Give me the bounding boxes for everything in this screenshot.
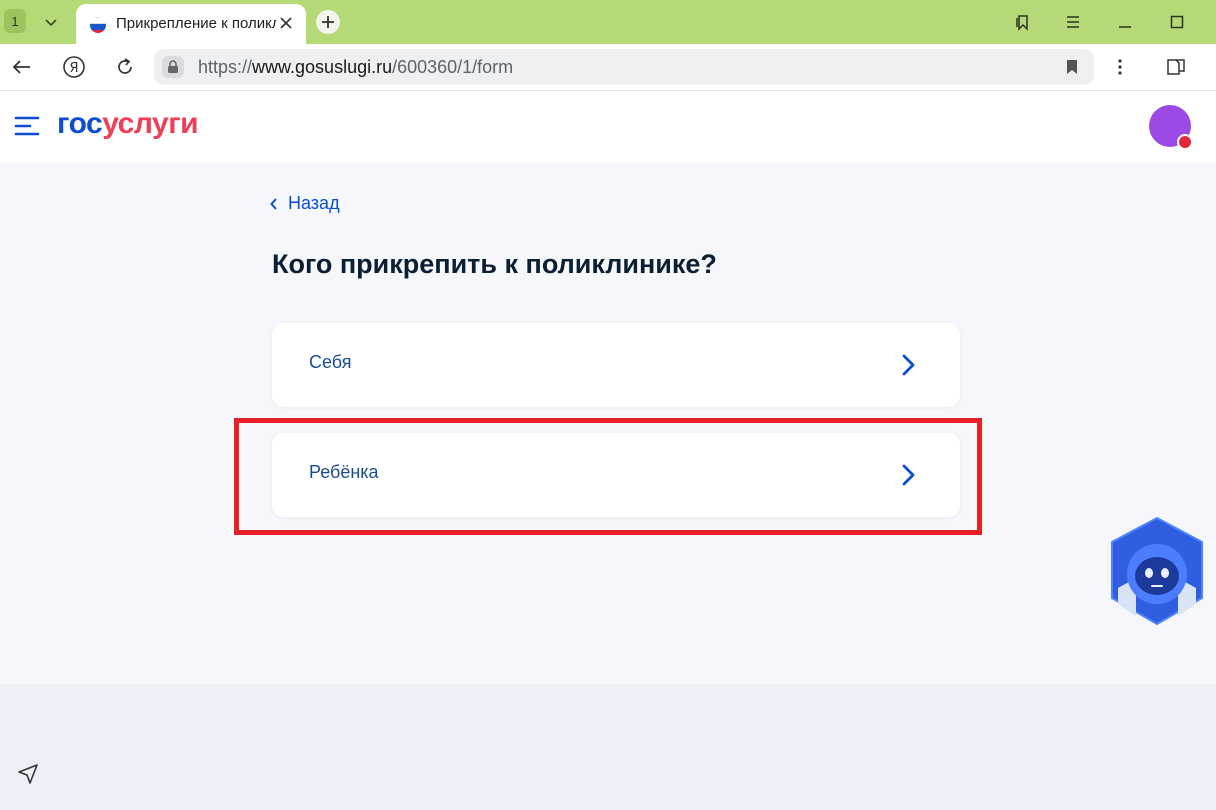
reload-button[interactable] bbox=[111, 53, 139, 81]
tab-title: Прикрепление к поликлинике bbox=[116, 15, 276, 32]
lock-icon[interactable] bbox=[162, 56, 184, 78]
new-tab-button[interactable] bbox=[316, 10, 340, 34]
svg-text:Я: Я bbox=[69, 61, 78, 76]
close-tab-icon[interactable] bbox=[276, 13, 296, 33]
option-label: Себя bbox=[309, 352, 352, 372]
active-tab[interactable]: Прикрепление к поликлинике bbox=[76, 4, 306, 44]
page-footer bbox=[0, 684, 1216, 810]
location-arrow-icon[interactable] bbox=[16, 762, 40, 786]
browser-tab-strip: 1 Прикрепление к поликлинике bbox=[0, 0, 1216, 44]
plus-icon bbox=[322, 16, 334, 28]
chevron-right-icon bbox=[902, 354, 915, 376]
menu-burger-icon[interactable] bbox=[14, 115, 40, 137]
browser-navigation-bar: Я https://www.gosuslugi.ru/600360/1/form bbox=[0, 44, 1216, 91]
bookmark-icon[interactable] bbox=[1062, 57, 1082, 77]
arrow-left-icon bbox=[12, 60, 30, 74]
bookmarks-icon bbox=[1016, 15, 1028, 31]
russian-flag-icon bbox=[90, 17, 106, 33]
site-header: госуслуги bbox=[0, 91, 1216, 163]
robot-assistant-icon[interactable] bbox=[1106, 516, 1208, 626]
maximize-icon bbox=[1170, 15, 1184, 29]
yandex-button[interactable]: Я bbox=[60, 53, 88, 81]
option-self[interactable]: Себя bbox=[272, 323, 960, 407]
back-link[interactable]: Назад bbox=[270, 193, 340, 214]
collections-button[interactable] bbox=[1010, 10, 1036, 34]
maximize-button[interactable] bbox=[1164, 10, 1190, 34]
tab-list-button[interactable] bbox=[36, 8, 66, 36]
more-vertical-icon bbox=[1118, 59, 1122, 75]
back-button[interactable] bbox=[8, 53, 36, 81]
chevron-down-icon bbox=[45, 19, 57, 27]
url-text: https://www.gosuslugi.ru/600360/1/form bbox=[198, 57, 513, 78]
notification-dot bbox=[1177, 134, 1193, 150]
logo-part-uslugi: услуги bbox=[102, 107, 199, 140]
highlight-frame bbox=[234, 418, 982, 535]
reload-icon bbox=[118, 58, 132, 74]
address-bar[interactable]: https://www.gosuslugi.ru/600360/1/form bbox=[154, 49, 1094, 85]
sidebar-panel-icon bbox=[1167, 59, 1185, 75]
menu-button[interactable] bbox=[1060, 10, 1086, 34]
url-prefix: https:// bbox=[198, 57, 253, 77]
main-content: Назад Кого прикрепить к поликлинике? Себ… bbox=[0, 163, 1216, 684]
logo-part-gos: гос bbox=[57, 107, 103, 140]
minimize-button[interactable] bbox=[1112, 10, 1138, 34]
minimize-icon bbox=[1119, 26, 1131, 28]
sidebar-button[interactable] bbox=[1162, 53, 1190, 81]
back-link-label: Назад bbox=[288, 193, 340, 213]
url-host: www.gosuslugi.ru bbox=[252, 57, 393, 77]
page-title: Кого прикрепить к поликлинике? bbox=[272, 249, 717, 279]
gosuslugi-logo[interactable]: госуслуги bbox=[57, 107, 199, 141]
tab-count-badge[interactable]: 1 bbox=[4, 9, 26, 33]
more-options-button[interactable] bbox=[1106, 53, 1134, 81]
url-path: /600360/1/form bbox=[392, 57, 514, 77]
hamburger-icon bbox=[1067, 16, 1079, 28]
yandex-icon: Я bbox=[63, 56, 85, 78]
chevron-left-icon bbox=[270, 197, 277, 210]
